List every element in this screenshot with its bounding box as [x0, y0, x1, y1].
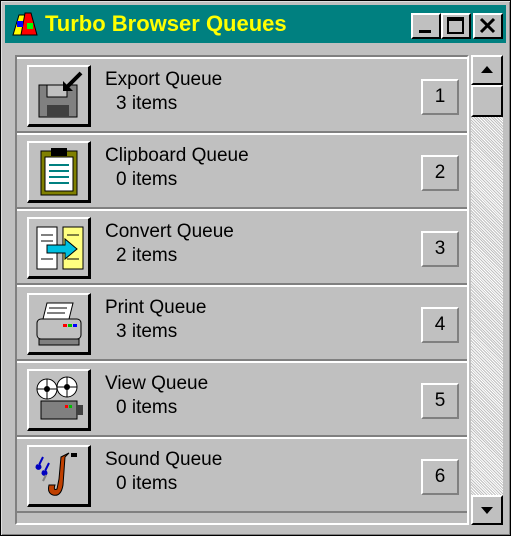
scroll-up-button[interactable]	[471, 55, 503, 85]
queue-row-convert[interactable]: Convert Queue 2 items 3	[17, 209, 467, 285]
queue-row-sound[interactable]: Sound Queue 0 items 6	[17, 437, 467, 513]
saxophone-icon	[35, 452, 77, 496]
clipboard-queue-button[interactable]	[27, 141, 91, 203]
queue-row-clipboard[interactable]: Clipboard Queue 0 items 2	[17, 133, 467, 209]
printer-icon	[36, 302, 82, 346]
queues-window: Turbo Browser Queues Export Queue 3 item…	[0, 0, 511, 536]
queue-item-count: 3 items	[116, 321, 178, 342]
queue-number: 3	[421, 231, 459, 267]
scroll-thumb[interactable]	[471, 85, 503, 117]
close-button[interactable]	[473, 13, 503, 39]
export-queue-button[interactable]	[27, 65, 91, 127]
queue-item-count: 0 items	[116, 397, 178, 418]
convert-queue-button[interactable]	[27, 217, 91, 279]
convert-document-icon	[36, 226, 84, 270]
export-disk-icon	[38, 71, 83, 118]
print-queue-button[interactable]	[27, 293, 91, 355]
queue-row-export[interactable]: Export Queue 3 items 1	[17, 57, 467, 133]
vertical-scrollbar[interactable]	[471, 55, 503, 525]
scroll-down-button[interactable]	[471, 495, 503, 525]
sound-queue-button[interactable]	[27, 445, 91, 507]
queue-row-view[interactable]: View Queue 0 items 5	[17, 361, 467, 437]
queue-number: 5	[421, 383, 459, 419]
minimize-icon	[419, 30, 431, 33]
view-queue-button[interactable]	[27, 369, 91, 431]
scroll-down-arrow-icon	[481, 507, 493, 514]
title-bar[interactable]: Turbo Browser Queues	[5, 5, 506, 43]
queue-item-count: 0 items	[116, 169, 178, 190]
queue-list: Export Queue 3 items 1 Clipboard Queue 0…	[15, 55, 469, 525]
maximize-button[interactable]	[441, 13, 471, 39]
window-title: Turbo Browser Queues	[45, 11, 287, 36]
close-icon	[479, 17, 496, 34]
queue-number: 4	[421, 307, 459, 343]
clipboard-icon	[40, 148, 78, 196]
queue-name: Sound Queue	[105, 449, 223, 470]
maximize-icon	[447, 17, 464, 34]
queue-name: Print Queue	[105, 297, 207, 318]
queue-name: Clipboard Queue	[105, 145, 249, 166]
queue-number: 1	[421, 79, 459, 115]
queue-item-count: 2 items	[116, 245, 178, 266]
queue-item-count: 0 items	[116, 473, 178, 494]
minimize-button[interactable]	[411, 13, 441, 39]
queue-row-print[interactable]: Print Queue 3 items 4	[17, 285, 467, 361]
queue-item-count: 3 items	[116, 93, 178, 114]
scroll-up-arrow-icon	[481, 66, 493, 73]
app-icon	[12, 12, 38, 36]
queue-number: 2	[421, 155, 459, 191]
queue-name: View Queue	[105, 373, 209, 394]
queue-number: 6	[421, 459, 459, 495]
queue-name: Convert Queue	[105, 221, 234, 242]
queue-name: Export Queue	[105, 69, 223, 90]
film-projector-icon	[36, 376, 83, 420]
